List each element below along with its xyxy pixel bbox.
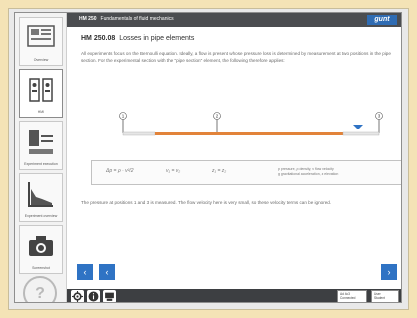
hmi-icon <box>29 78 53 102</box>
chevron-right-icon: › <box>387 267 391 277</box>
chevron-left-icon: ‹ <box>83 267 87 277</box>
result-paragraph: The pressure at positions 1 and 3 is mea… <box>81 200 332 205</box>
experiment-code: HM 250.08 <box>81 35 116 42</box>
formula-legend: p pressure, ρ density, v flow velocity g… <box>278 167 338 177</box>
pipe-section <box>155 132 343 135</box>
formula-box: Δp = ρ · v²/2 v₁ = v₂ z₁ = z₂ p pressure… <box>91 160 401 185</box>
sidebar-item-experiment-execution[interactable]: Experiment execution <box>19 121 63 170</box>
sidebar-item-label: HMI <box>37 110 45 114</box>
info-icon <box>88 291 99 302</box>
title-bar: HM 250 Fundamentals of fluid mechanics gu… <box>67 13 401 27</box>
flow-arrow-icon <box>353 125 363 129</box>
gunt-logo: gunt <box>367 15 397 25</box>
info-button[interactable] <box>87 290 100 302</box>
settings-button[interactable] <box>71 290 84 302</box>
help-icon: ? <box>35 285 45 302</box>
first-page-button[interactable]: ‹ <box>77 264 93 280</box>
sidebar-item-label: Experiment execution <box>24 162 58 166</box>
previous-page-button[interactable]: ‹ <box>99 264 115 280</box>
overview-icon <box>27 25 55 47</box>
device-icon <box>105 292 114 301</box>
page-title: HM 250.08 Losses in pipe elements <box>81 35 397 42</box>
sidebar-item-overview[interactable]: Overview <box>19 17 63 66</box>
formula-legend-line: g gravitational acceleration, z elevatio… <box>278 172 339 176</box>
pipe-diagram: 1 2 3 <box>119 112 383 136</box>
chevron-left-icon: ‹ <box>105 267 109 277</box>
bottom-toolbar: Ad 4c3 Connected User Student <box>67 289 401 302</box>
sidebar-item-label: Overview <box>33 58 49 62</box>
pipe-outlet <box>342 131 380 136</box>
app-title-text: Fundamentals of fluid mechanics <box>100 16 174 22</box>
app-screen: Overview HMI Experiment execution Experi… <box>14 12 402 303</box>
app-title: HM 250 Fundamentals of fluid mechanics <box>79 16 174 22</box>
user-status[interactable]: User Student <box>371 290 399 302</box>
help-button[interactable]: ? <box>23 276 57 302</box>
formula-elevation: z₁ = z₂ <box>212 168 227 174</box>
experiment-name: Losses in pipe elements <box>119 35 195 42</box>
intro-paragraph: All experiments focus on the Bernoulli e… <box>81 51 391 63</box>
next-page-button[interactable]: › <box>381 264 397 280</box>
formula-pressure-loss: Δp = ρ · v²/2 <box>106 168 134 174</box>
gear-icon <box>72 291 83 302</box>
experiment-execution-icon <box>29 130 53 154</box>
experiment-overview-icon <box>28 182 53 207</box>
sidebar-item-experiment-overview[interactable]: Experiment overview <box>19 173 63 222</box>
pipe-inlet <box>122 131 156 136</box>
camera-icon <box>29 236 53 256</box>
app-title-code: HM 250 <box>79 16 97 22</box>
sidebar-item-label: Screenshot <box>32 266 50 270</box>
sidebar-item-hmi[interactable]: HMI <box>19 69 63 118</box>
sidebar: Overview HMI Experiment execution Experi… <box>15 13 67 302</box>
main-content: HM 250.08 Losses in pipe elements All exp… <box>81 35 397 64</box>
device-button[interactable] <box>103 290 116 302</box>
status-line: Connected <box>340 296 356 300</box>
sidebar-item-label: Experiment overview <box>24 214 58 218</box>
formula-velocity: v₁ = v₂ <box>166 168 181 174</box>
sidebar-item-screenshot[interactable]: Screenshot <box>19 225 63 274</box>
user-line: Student <box>374 296 385 300</box>
connection-status: Ad 4c3 Connected <box>337 290 367 302</box>
